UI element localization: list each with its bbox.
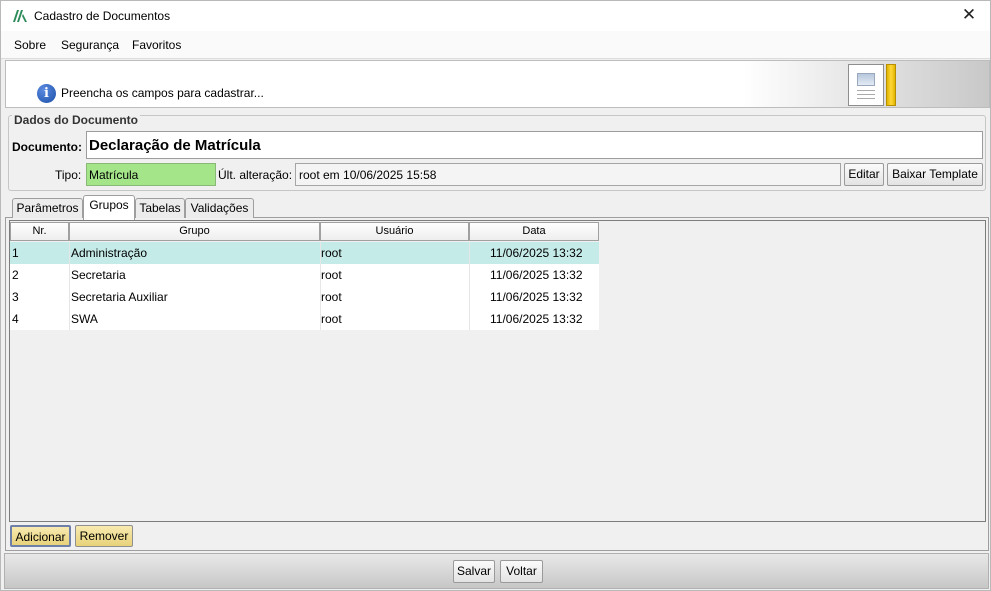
cell-usuario: root [321,290,342,304]
column-header-data[interactable]: Data [469,222,599,241]
table-row[interactable]: 2 Secretaria root 11/06/2025 13:32 [10,264,599,286]
documento-label: Documento: [12,140,82,154]
info-icon: i [37,84,56,103]
tab-parametros[interactable]: Parâmetros [12,198,83,218]
adicionar-button[interactable]: Adicionar [10,525,71,547]
remover-button[interactable]: Remover [75,525,133,547]
menu-item-favoritos[interactable]: Favoritos [132,38,181,52]
ult-alteracao-field: root em 10/06/2025 15:58 [295,163,841,186]
cell-nr: 4 [12,312,19,326]
title-bar: Cadastro de Documentos ✕ [1,1,990,31]
highlight-bar [886,64,896,106]
cell-usuario: root [321,246,342,260]
documento-field[interactable]: Declaração de Matrícula [86,131,983,159]
salvar-button[interactable]: Salvar [453,560,495,583]
table-row[interactable]: 4 SWA root 11/06/2025 13:32 [10,308,599,330]
voltar-button[interactable]: Voltar [500,560,543,583]
tab-grupos[interactable]: Grupos [83,195,135,220]
tipo-label: Tipo: [55,168,82,182]
cell-data: 11/06/2025 13:32 [490,268,583,282]
cell-data: 11/06/2025 13:32 [490,312,583,326]
cell-grupo: SWA [71,312,98,326]
menu-item-sobre[interactable]: Sobre [14,38,46,52]
ult-alteracao-label: Últ. alteração: [218,168,293,182]
cell-data: 11/06/2025 13:32 [490,246,583,260]
app-logo-icon [13,10,27,22]
cell-usuario: root [321,268,342,282]
cell-nr: 3 [12,290,19,304]
close-icon[interactable]: ✕ [946,1,990,31]
editar-button[interactable]: Editar [844,163,884,186]
cell-grupo: Secretaria [71,268,126,282]
banner-message: Preencha os campos para cadastrar... [61,86,264,100]
cell-usuario: root [321,312,342,326]
cell-data: 11/06/2025 13:32 [490,290,583,304]
cell-nr: 1 [12,246,19,260]
cell-grupo: Secretaria Auxiliar [71,290,168,304]
tab-validacoes[interactable]: Validações [185,198,254,218]
tipo-field[interactable]: Matrícula [86,163,216,186]
table-row[interactable]: 1 Administração root 11/06/2025 13:32 [10,242,599,264]
tab-tabelas[interactable]: Tabelas [135,198,185,218]
column-header-nr[interactable]: Nr. [10,222,69,241]
footer-bar [4,553,989,589]
cell-nr: 2 [12,268,19,282]
menu-bar: Sobre Segurança Favoritos [1,31,990,59]
column-header-usuario[interactable]: Usuário [320,222,469,241]
menu-item-seguranca[interactable]: Segurança [61,38,119,52]
dados-documento-legend: Dados do Documento [12,113,141,127]
table-row[interactable]: 3 Secretaria Auxiliar root 11/06/2025 13… [10,286,599,308]
info-banner: i Preencha os campos para cadastrar... [5,60,990,108]
baixar-template-button[interactable]: Baixar Template [887,163,983,186]
column-header-grupo[interactable]: Grupo [69,222,320,241]
cell-grupo: Administração [71,246,148,260]
cadastro-window: Cadastro de Documentos ✕ Sobre Segurança… [0,0,991,591]
document-thumbnail-icon [848,64,884,106]
window-title: Cadastro de Documentos [34,9,171,23]
